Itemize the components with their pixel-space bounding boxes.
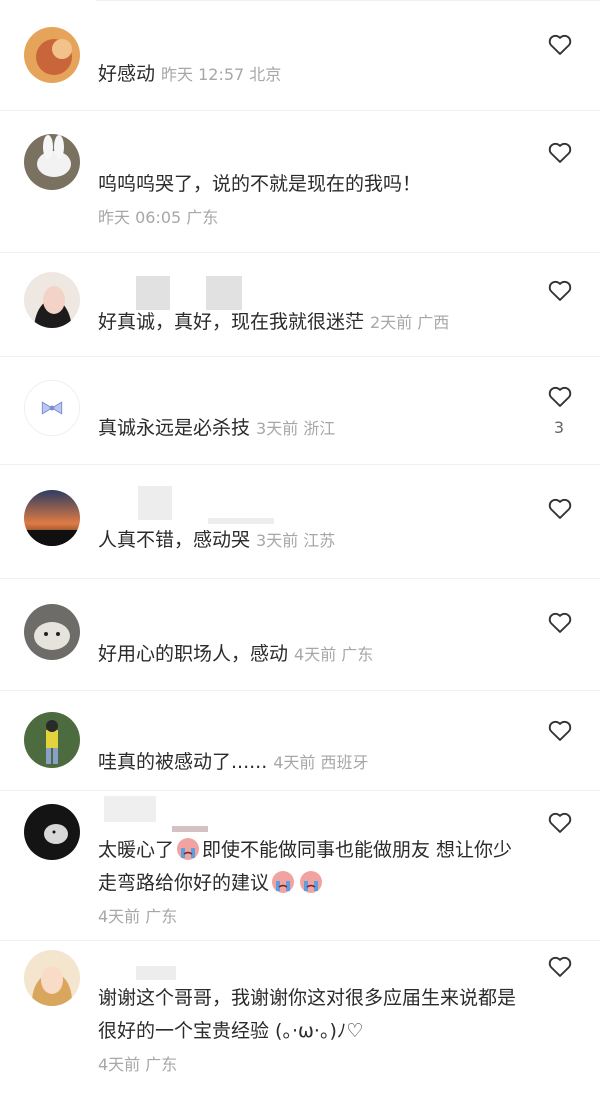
crying-emoji-icon: [177, 838, 200, 860]
comment-text: 人真不错，感动哭 3天前 江苏: [98, 524, 524, 557]
masked-username: [172, 826, 208, 832]
avatar[interactable]: [24, 804, 80, 860]
comment-body: 好真诚，真好，现在我就很迷茫: [98, 311, 365, 333]
comment-item: 人真不错，感动哭 3天前 江苏: [0, 464, 600, 579]
heart-outline-icon[interactable]: [546, 952, 574, 980]
comment-item: 好用心的职场人，感动 4天前 广东: [0, 578, 600, 691]
comment-item: 谢谢这个哥哥，我谢谢你这对很多应届生来说都是很好的一个宝贵经验 (。·ω·。)ﾉ…: [0, 940, 600, 1107]
heart-outline-icon[interactable]: [546, 608, 574, 636]
comment-text: 好真诚，真好，现在我就很迷茫 2天前 广西: [98, 306, 524, 339]
avatar[interactable]: [24, 134, 80, 190]
comment-meta: 昨天 12:57 北京: [161, 65, 282, 84]
comment-meta: 3天前 江苏: [256, 531, 336, 550]
heart-outline-icon[interactable]: [546, 382, 574, 410]
comment-body: 哇真的被感动了......: [98, 751, 268, 773]
divider: [96, 0, 600, 1]
masked-username: [138, 486, 172, 520]
masked-username: [206, 276, 242, 310]
comment-body-part1: 太暖心了: [98, 839, 175, 861]
like-count: 3: [553, 418, 565, 437]
comment-meta: 4天前 西班牙: [273, 753, 369, 772]
comment-text: 好感动 昨天 12:57 北京: [98, 58, 524, 91]
comment-text: 太暖心了 即使不能做同事也能做朋友 想让你少走弯路给你好的建议 4天前 广东: [98, 834, 524, 933]
heart-outline-icon[interactable]: [546, 276, 574, 304]
avatar[interactable]: [24, 380, 80, 436]
heart-outline-icon[interactable]: [546, 494, 574, 522]
heart-outline-icon[interactable]: [546, 30, 574, 58]
crying-emoji-icon: [300, 871, 323, 893]
comment-meta: 昨天 06:05 广东: [98, 208, 219, 227]
comment-body: 呜呜呜哭了，说的不就是现在的我吗！: [98, 173, 422, 195]
comment-item: 哇真的被感动了...... 4天前 西班牙: [0, 690, 600, 791]
comment-item: 呜呜呜哭了，说的不就是现在的我吗！ 昨天 06:05 广东: [0, 110, 600, 253]
comment-text: 哇真的被感动了...... 4天前 西班牙: [98, 746, 524, 779]
avatar[interactable]: [24, 950, 80, 1006]
avatar[interactable]: [24, 604, 80, 660]
masked-username: [136, 966, 176, 980]
avatar[interactable]: [24, 712, 80, 768]
comment-text: 谢谢这个哥哥，我谢谢你这对很多应届生来说都是很好的一个宝贵经验 (。·ω·。)ﾉ…: [98, 982, 524, 1081]
comment-meta: 3天前 浙江: [256, 419, 336, 438]
heart-outline-icon[interactable]: [546, 138, 574, 166]
comment-body: 真诚永远是必杀技: [98, 417, 251, 439]
comment-meta: 4天前 广东: [98, 1055, 178, 1074]
comment-text: 好用心的职场人，感动 4天前 广东: [98, 638, 524, 671]
heart-outline-icon[interactable]: [546, 716, 574, 744]
comment-item: 好感动 昨天 12:57 北京: [0, 0, 600, 111]
masked-username: [104, 796, 156, 822]
comment-item: 太暖心了 即使不能做同事也能做朋友 想让你少走弯路给你好的建议 4天前 广东: [0, 790, 600, 941]
masked-username: [136, 276, 170, 310]
avatar[interactable]: [24, 490, 80, 546]
comment-body: 好用心的职场人，感动: [98, 643, 289, 665]
comment-item: 真诚永远是必杀技 3天前 浙江 3: [0, 356, 600, 465]
heart-outline-icon[interactable]: [546, 808, 574, 836]
comment-meta: 4天前 广东: [294, 645, 374, 664]
comment-text: 真诚永远是必杀技 3天前 浙江: [98, 412, 524, 445]
comment-text: 呜呜呜哭了，说的不就是现在的我吗！ 昨天 06:05 广东: [98, 168, 524, 234]
comment-body: 谢谢这个哥哥，我谢谢你这对很多应届生来说都是很好的一个宝贵经验 (。·ω·。)ﾉ…: [98, 987, 517, 1042]
comment-item: 好真诚，真好，现在我就很迷茫 2天前 广西: [0, 252, 600, 357]
comment-body: 人真不错，感动哭: [98, 529, 251, 551]
comment-meta: 4天前 广东: [98, 907, 178, 926]
comment-meta: 2天前 广西: [370, 313, 450, 332]
avatar[interactable]: [24, 27, 80, 83]
avatar[interactable]: [24, 272, 80, 328]
crying-emoji-icon: [272, 871, 295, 893]
comment-body: 好感动: [98, 63, 156, 85]
